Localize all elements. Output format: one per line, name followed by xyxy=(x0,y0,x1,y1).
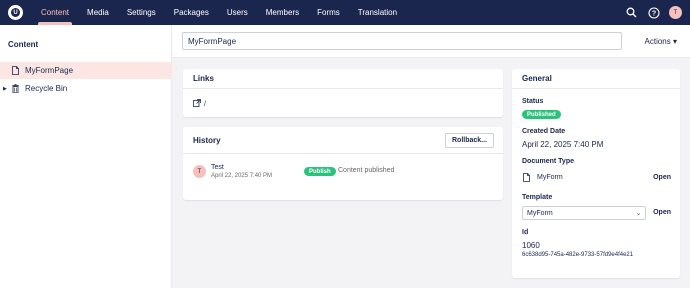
document-icon xyxy=(11,66,19,75)
umbraco-logo-icon[interactable]: U xyxy=(8,5,23,20)
template-selected-value: MyForm xyxy=(527,209,553,217)
tree-item-label: Recycle Bin xyxy=(25,84,68,93)
main-nav: Content Media Settings Packages Users Me… xyxy=(32,0,406,25)
nav-settings[interactable]: Settings xyxy=(118,0,165,25)
created-date-label: Created Date xyxy=(522,128,566,135)
nav-content[interactable]: Content xyxy=(32,0,78,25)
user-avatar[interactable]: T xyxy=(669,6,682,19)
document-type-label: Document Type xyxy=(522,158,574,165)
history-card: History Rollback... T Test April 22, 202… xyxy=(183,127,503,200)
link-row[interactable]: / xyxy=(193,99,206,109)
history-date: April 22, 2025 7:40 PM xyxy=(211,173,273,179)
node-name-input[interactable] xyxy=(182,32,622,50)
general-title: General xyxy=(522,74,552,83)
status-badge: Published xyxy=(522,110,561,119)
created-date-value: April 22, 2025 7:40 PM xyxy=(522,140,604,149)
template-label: Template xyxy=(522,194,553,201)
content-tree-sidebar: Content MyFormPage ▶ Recycle Bin xyxy=(0,25,172,288)
editor-header: Actions ▾ xyxy=(172,25,690,58)
id-value: 1060 xyxy=(522,241,540,250)
nav-media[interactable]: Media xyxy=(78,0,118,25)
publish-badge: Publish xyxy=(304,167,336,176)
tree-item-label: MyFormPage xyxy=(25,66,74,75)
nav-translation[interactable]: Translation xyxy=(349,0,406,25)
rollback-button[interactable]: Rollback... xyxy=(444,133,494,148)
svg-text:?: ? xyxy=(651,10,655,17)
history-title: History xyxy=(193,136,221,145)
nav-members[interactable]: Members xyxy=(257,0,308,25)
trash-icon xyxy=(11,84,19,93)
nav-users[interactable]: Users xyxy=(218,0,257,25)
avatar: T xyxy=(193,165,206,178)
chevron-down-icon: ⌄ xyxy=(635,211,641,217)
caret-right-icon[interactable]: ▶ xyxy=(3,86,7,92)
document-icon xyxy=(523,173,530,184)
status-label: Status xyxy=(522,98,544,105)
template-select[interactable]: MyForm ⌄ xyxy=(522,206,646,220)
links-card: Links / xyxy=(183,69,503,117)
nav-forms[interactable]: Forms xyxy=(308,0,349,25)
sidebar-title: Content xyxy=(8,40,39,49)
open-document-type-link[interactable]: Open xyxy=(653,174,671,181)
help-icon[interactable]: ? xyxy=(647,6,660,19)
nav-packages[interactable]: Packages xyxy=(165,0,218,25)
general-card: General Status Published Created Date Ap… xyxy=(512,69,680,278)
guid-value: 6c638d95-745a-482e-9733-57fd9e4f4e21 xyxy=(522,252,634,258)
history-user-name: Test xyxy=(211,164,224,171)
history-message: Content published xyxy=(338,167,395,174)
links-title: Links xyxy=(193,74,214,83)
search-icon[interactable] xyxy=(625,6,638,19)
id-label: Id xyxy=(522,229,529,236)
document-type-value: MyForm xyxy=(537,174,563,181)
top-bar: U Content Media Settings Packages Users … xyxy=(0,0,690,25)
history-entry: T Test April 22, 2025 7:40 PM Publish Co… xyxy=(183,153,503,193)
open-template-link[interactable]: Open xyxy=(653,209,671,216)
tree-item-recycle-bin[interactable]: ▶ Recycle Bin xyxy=(0,80,172,97)
actions-dropdown[interactable]: Actions ▾ xyxy=(645,37,677,46)
link-url[interactable]: / xyxy=(204,101,206,108)
external-link-icon xyxy=(193,99,201,109)
tree-item-myformpage[interactable]: MyFormPage xyxy=(0,62,172,79)
